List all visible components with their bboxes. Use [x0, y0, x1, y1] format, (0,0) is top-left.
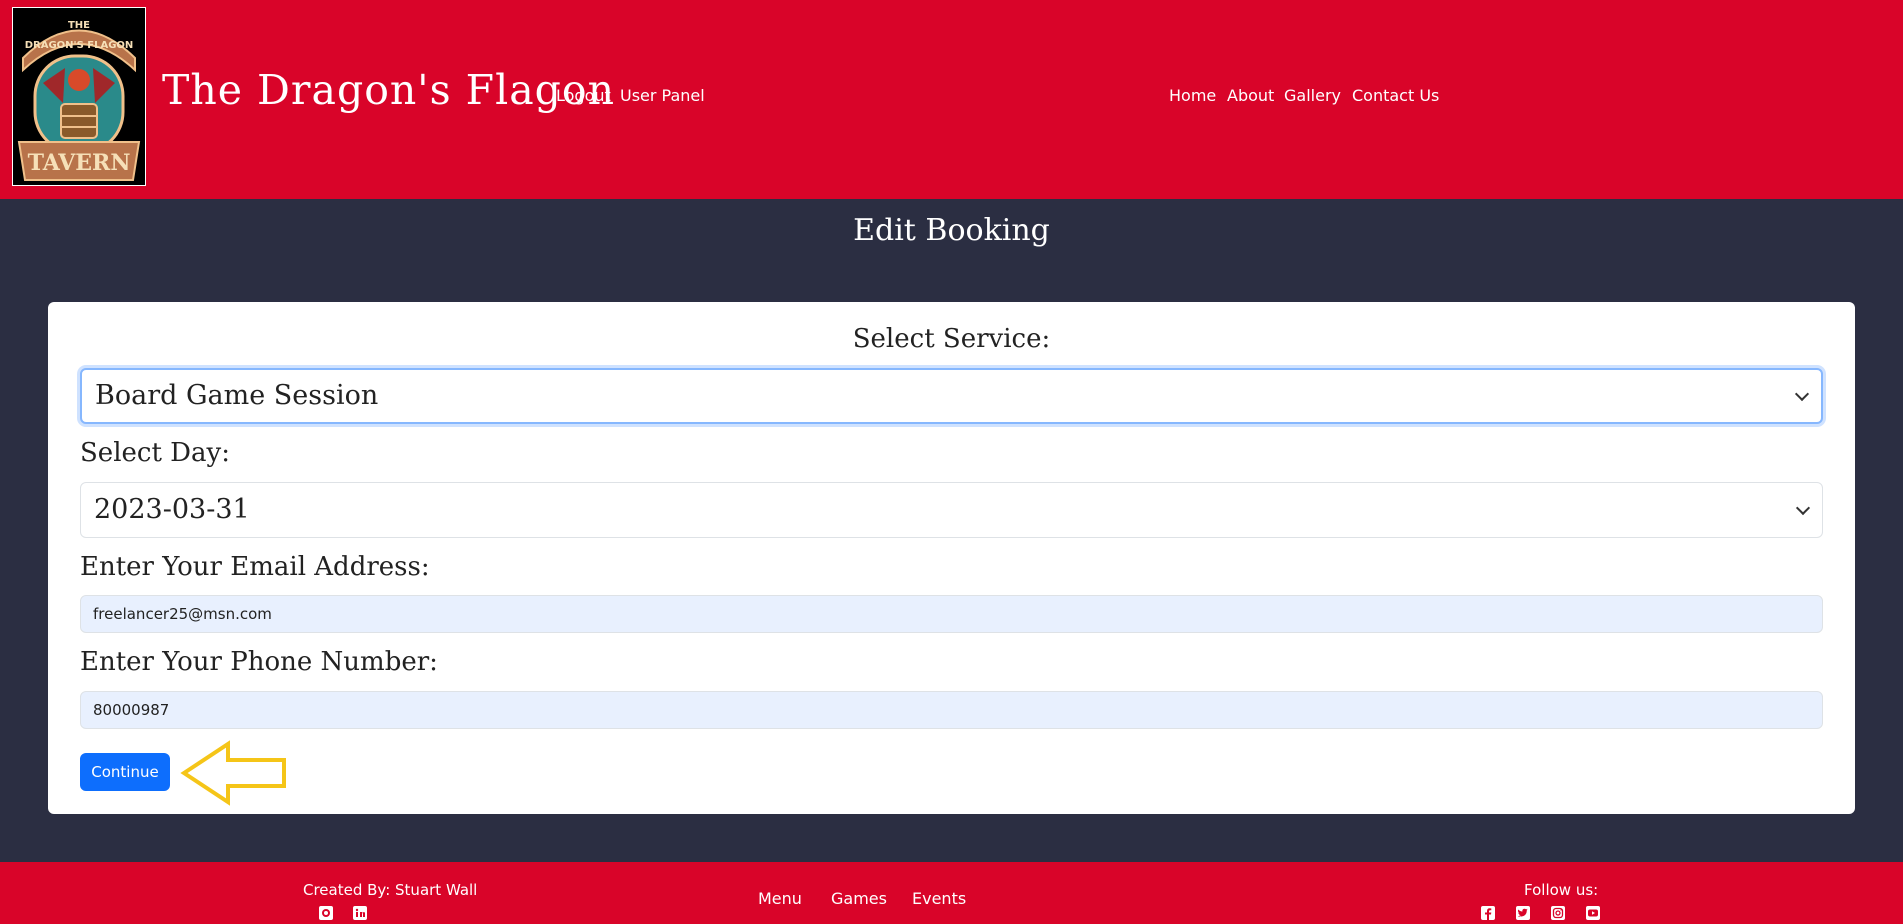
footer-games-link[interactable]: Games — [831, 889, 887, 908]
nav-user-panel[interactable]: User Panel — [620, 86, 705, 105]
nav-contact-us[interactable]: Contact Us — [1352, 86, 1439, 105]
github-icon[interactable] — [319, 906, 333, 920]
footer-menu-link[interactable]: Menu — [758, 889, 802, 908]
booking-form-card: Select Service: Board Game Session Selec… — [48, 302, 1855, 814]
pointer-arrow-icon — [180, 740, 286, 806]
service-select[interactable]: Board Game Session — [80, 368, 1823, 424]
day-select[interactable]: 2023-03-31 — [80, 482, 1823, 538]
follow-us-text: Follow us: — [1524, 881, 1599, 899]
site-logo[interactable]: THE DRAGON'S FLAGON TAVERN — [12, 7, 146, 186]
service-label: Select Service: — [852, 324, 1051, 354]
phone-label: Enter Your Phone Number: — [80, 647, 438, 677]
logo-text-mid: DRAGON'S FLAGON — [25, 40, 134, 51]
site-title[interactable]: The Dragon's Flagon — [162, 66, 615, 114]
day-select-value: 2023-03-31 — [94, 494, 250, 525]
email-field-value: freelancer25@msn.com — [93, 605, 272, 623]
service-select-value: Board Game Session — [95, 380, 379, 411]
twitter-icon[interactable] — [1516, 906, 1530, 920]
email-label: Enter Your Email Address: — [80, 552, 430, 582]
logo-text-bottom: TAVERN — [28, 150, 131, 176]
nav-logout[interactable]: Logout — [556, 86, 611, 105]
footer-events-link[interactable]: Events — [912, 889, 966, 908]
phone-field[interactable]: 80000987 — [80, 691, 1823, 729]
site-footer: Created By: Stuart Wall Menu Games Event… — [0, 862, 1903, 924]
facebook-icon[interactable] — [1481, 906, 1495, 920]
phone-field-value: 80000987 — [93, 701, 170, 719]
page-title: Edit Booking — [853, 213, 1050, 248]
created-by-text: Created By: Stuart Wall — [303, 881, 478, 899]
logo-text-top: THE — [68, 20, 90, 31]
youtube-icon[interactable] — [1586, 906, 1600, 920]
site-header: THE DRAGON'S FLAGON TAVERN The Dragon's … — [0, 0, 1903, 199]
instagram-icon[interactable] — [1551, 906, 1565, 920]
continue-button[interactable]: Continue — [80, 753, 170, 791]
nav-gallery[interactable]: Gallery — [1284, 86, 1341, 105]
email-field[interactable]: freelancer25@msn.com — [80, 595, 1823, 633]
day-label: Select Day: — [80, 438, 230, 468]
chevron-down-icon — [1795, 500, 1811, 516]
nav-about[interactable]: About — [1227, 86, 1274, 105]
linkedin-icon[interactable] — [353, 906, 367, 920]
nav-home[interactable]: Home — [1169, 86, 1216, 105]
chevron-down-icon — [1794, 386, 1810, 402]
